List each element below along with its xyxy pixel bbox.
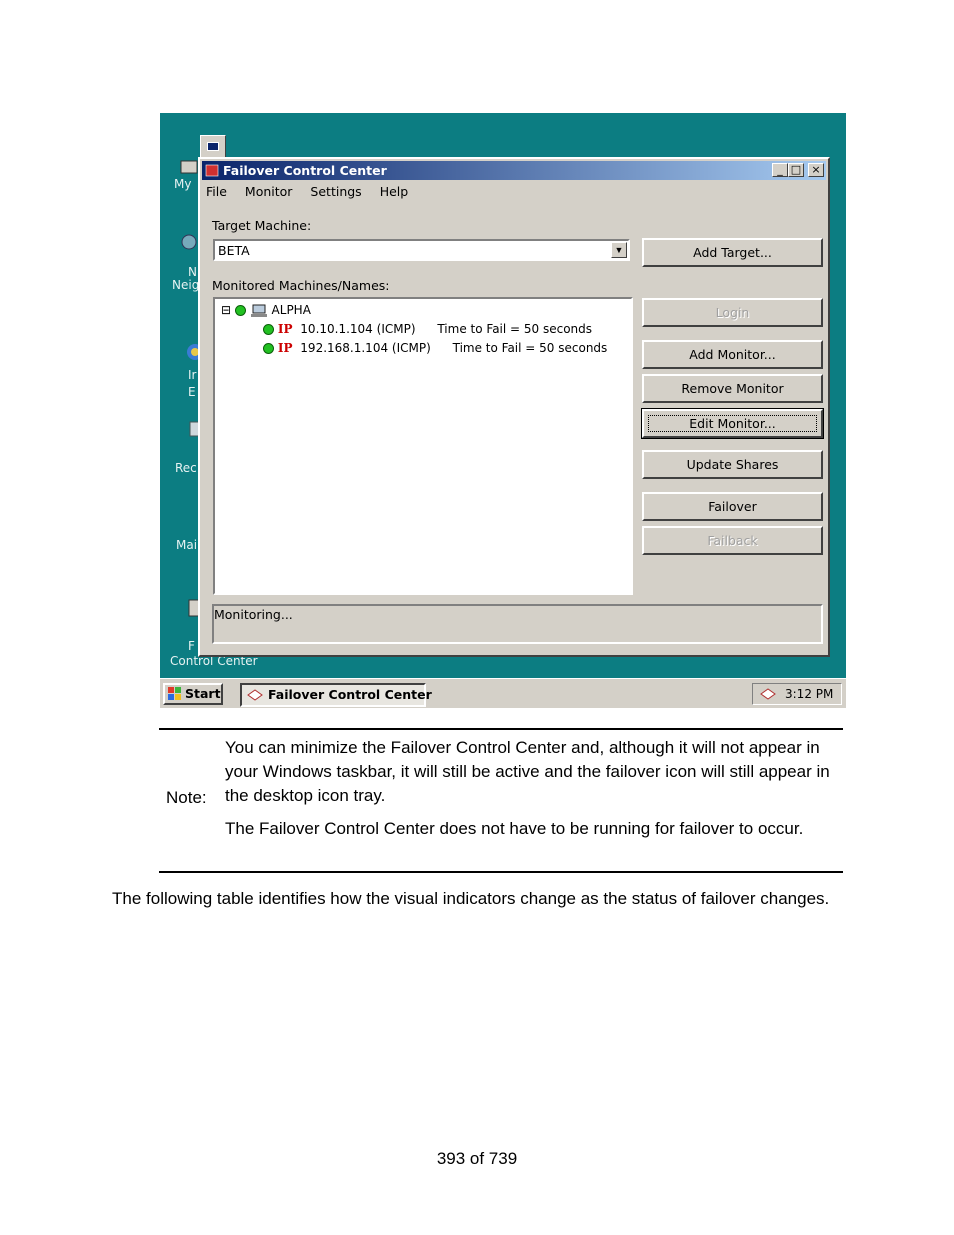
desktop-label-f: F [188, 639, 195, 653]
target-machine-combobox[interactable]: BETA ▼ [213, 239, 630, 261]
application-screenshot: My N Neig Ir E Rec Mai F Control Center … [160, 113, 846, 708]
windows-logo-icon [168, 687, 181, 700]
maximize-button[interactable]: □ [788, 163, 804, 177]
minimize-button[interactable]: _ [772, 163, 788, 177]
login-button[interactable]: Login [642, 298, 823, 327]
start-label: Start [185, 686, 221, 701]
desktop-label-e: E [188, 385, 196, 399]
edit-monitor-label: Edit Monitor... [648, 415, 817, 432]
failover-tray-icon[interactable] [759, 687, 777, 701]
taskbar-item-failover[interactable]: Failover Control Center [240, 683, 432, 707]
ip-icon: IP [277, 341, 293, 355]
machine-name: ALPHA [271, 303, 311, 317]
monitor-time-to-fail: Time to Fail = 50 seconds [452, 341, 608, 355]
menu-bar: File Monitor Settings Help [206, 184, 422, 199]
add-target-button[interactable]: Add Target... [642, 238, 823, 267]
intro-paragraph: The following table identifies how the v… [112, 889, 830, 908]
target-machine-label: Target Machine: [212, 218, 312, 233]
monitor-address: 192.168.1.104 (ICMP) [300, 341, 431, 355]
window-title: Failover Control Center [223, 163, 387, 178]
tree-node-monitor-1[interactable]: IP 10.10.1.104 (ICMP) Time to Fail = 50 … [263, 322, 592, 336]
note-paragraph-1: You can minimize the Failover Control Ce… [225, 738, 830, 805]
desktop-label-mai: Mai [176, 538, 198, 552]
clock: 3:12 PM [785, 687, 834, 701]
desktop-label-rec: Rec [175, 461, 197, 475]
close-button[interactable]: × [808, 163, 824, 177]
dropdown-arrow-icon[interactable]: ▼ [611, 242, 627, 258]
status-ok-icon [263, 324, 274, 335]
failover-icon [247, 689, 263, 701]
desktop-label-n: N [188, 265, 197, 279]
taskbar: Start Failover Control Center 3:12 PM [160, 678, 846, 708]
computer-icon [250, 304, 267, 317]
app-icon [205, 164, 219, 177]
remove-monitor-button[interactable]: Remove Monitor [642, 374, 823, 403]
update-shares-button[interactable]: Update Shares [642, 450, 823, 479]
start-button[interactable]: Start [163, 683, 223, 705]
status-text: Monitoring... [214, 607, 293, 622]
network-icon [181, 234, 197, 250]
add-monitor-button[interactable]: Add Monitor... [642, 340, 823, 369]
menu-file[interactable]: File [206, 184, 227, 199]
window-icon [200, 135, 226, 159]
menu-settings[interactable]: Settings [310, 184, 361, 199]
collapse-icon[interactable]: ⊟ [221, 303, 231, 317]
note-label: Note: [166, 788, 207, 807]
page-number: 393 of 739 [436, 1149, 518, 1168]
menu-monitor[interactable]: Monitor [245, 184, 293, 199]
desktop-label-ir: Ir [188, 368, 197, 382]
monitored-machines-label: Monitored Machines/Names: [212, 278, 390, 293]
taskbar-item-label: Failover Control Center [268, 687, 432, 702]
note-paragraph-2: The Failover Control Center does not hav… [225, 819, 804, 838]
note-top-rule [159, 728, 843, 730]
menu-help[interactable]: Help [380, 184, 409, 199]
desktop-label-neig: Neig [172, 278, 200, 292]
title-bar[interactable]: Failover Control Center _ □ × [202, 161, 826, 180]
failback-button[interactable]: Failback [642, 526, 823, 555]
desktop-label-my: My [174, 177, 192, 191]
ip-icon: IP [277, 322, 293, 336]
failover-button[interactable]: Failover [642, 492, 823, 521]
system-tray: 3:12 PM [752, 683, 842, 705]
status-ok-icon [263, 343, 274, 354]
monitored-machines-tree[interactable]: ⊟ ALPHA IP 10.10.1.104 (ICMP) Time to Fa… [213, 297, 633, 595]
monitor-time-to-fail: Time to Fail = 50 seconds [437, 322, 593, 336]
note-bottom-rule [159, 871, 843, 873]
tree-node-alpha[interactable]: ⊟ ALPHA [221, 303, 311, 318]
status-ok-icon [234, 305, 246, 316]
status-panel: Monitoring... [212, 604, 823, 644]
failover-control-center-window: Failover Control Center _ □ × File Monit… [198, 157, 830, 657]
monitor-address: 10.10.1.104 (ICMP) [300, 322, 416, 336]
target-machine-value: BETA [218, 243, 250, 258]
edit-monitor-button[interactable]: Edit Monitor... [641, 408, 824, 439]
tree-node-monitor-2[interactable]: IP 192.168.1.104 (ICMP) Time to Fail = 5… [263, 341, 607, 355]
